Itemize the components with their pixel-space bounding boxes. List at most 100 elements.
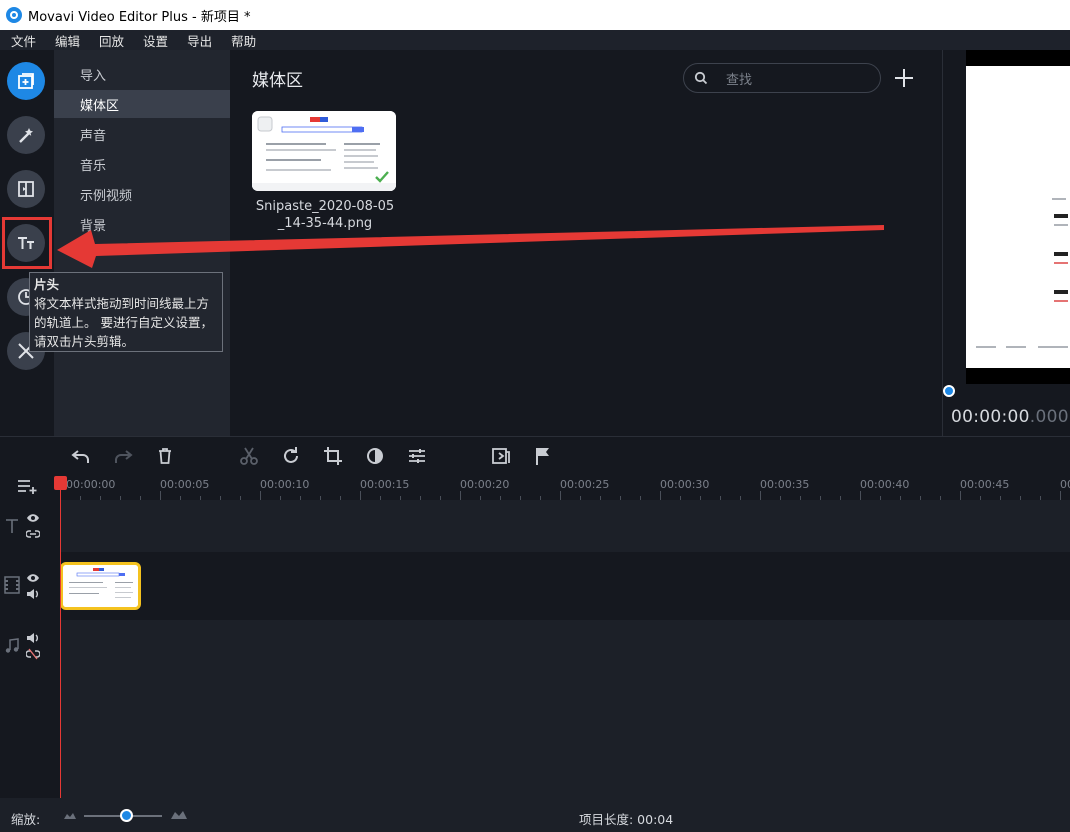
cut-icon[interactable] xyxy=(238,445,260,467)
category-media-bin[interactable]: 媒体区 xyxy=(54,90,230,118)
preview-scrubber[interactable] xyxy=(943,385,955,397)
search-input[interactable]: 查找 xyxy=(683,63,881,93)
export-frame-icon[interactable] xyxy=(490,445,512,467)
category-sample-videos[interactable]: 示例视频 xyxy=(54,180,230,208)
ruler-tick xyxy=(1060,491,1061,500)
ruler-label: 00:00:10 xyxy=(260,478,310,491)
media-item-name: Snipaste_2020-08-05 _14-35-44.png xyxy=(255,199,395,231)
video-track-icon xyxy=(4,576,20,594)
ruler-label: 00:00:05 xyxy=(160,478,210,491)
add-media-icon[interactable] xyxy=(892,66,916,90)
magic-wand-icon xyxy=(19,128,33,143)
preview-frame xyxy=(966,66,1070,368)
ruler-label: 00:00:25 xyxy=(560,478,610,491)
menu-settings[interactable]: 设置 xyxy=(132,31,176,50)
project-length: 项目长度: 00:04 xyxy=(579,812,674,827)
menu-edit[interactable]: 编辑 xyxy=(44,31,88,50)
tooltip-title: 片头 xyxy=(34,277,60,292)
video-track-header xyxy=(0,552,60,620)
zoom-label: 缩放: xyxy=(11,812,41,827)
playhead-line xyxy=(60,480,61,798)
link-icon[interactable] xyxy=(26,528,40,540)
screenshot-preview-image xyxy=(252,111,396,191)
ruler-label: 00:00:45 xyxy=(960,478,1010,491)
category-sounds[interactable]: 声音 xyxy=(54,120,230,148)
preview-screen xyxy=(966,50,1070,384)
import-media-icon xyxy=(18,73,34,89)
ruler-label: 00:00:30 xyxy=(660,478,710,491)
preview-content-image xyxy=(976,198,1068,348)
app-icon xyxy=(6,7,22,23)
rotate-icon[interactable] xyxy=(280,445,302,467)
zoom-out-icon[interactable] xyxy=(64,811,76,819)
speaker-icon[interactable] xyxy=(26,588,40,600)
zoom-in-icon[interactable] xyxy=(171,810,187,819)
titles-track-header xyxy=(0,500,60,552)
preview-timecode: 00:00:00.000 xyxy=(951,407,1069,427)
redo-icon[interactable] xyxy=(112,445,134,467)
playhead-handle[interactable] xyxy=(54,476,67,490)
add-track-area xyxy=(0,474,60,500)
unlink-icon[interactable] xyxy=(26,648,40,660)
ruler-tick xyxy=(660,491,661,500)
media-area: 媒体区 查找 Snipaste_2020-08-05 _14-35-44.png xyxy=(230,50,942,436)
undo-icon[interactable] xyxy=(70,445,92,467)
ruler-label: 00:00:00 xyxy=(66,478,116,491)
import-tool-button[interactable] xyxy=(7,62,45,100)
titles-tooltip: 片头 将文本样式拖动到时间线最上方 的轨道上。 要进行自定义设置， 请双击片头剪… xyxy=(29,272,223,352)
edit-toolbar xyxy=(0,436,1070,474)
category-import[interactable]: 导入 xyxy=(54,60,230,88)
timeline-image-clip[interactable] xyxy=(60,562,141,610)
ruler-label: 00:00:20 xyxy=(460,478,510,491)
ruler-tick xyxy=(760,491,761,500)
ruler-label: 00:00:15 xyxy=(360,478,410,491)
tooltip-body-line3: 请双击片头剪辑。 xyxy=(34,334,135,349)
menu-file[interactable]: 文件 xyxy=(0,31,44,50)
timeline-ruler[interactable]: 00:00:00 00:00:05 00:00:10 00:00:15 00:0… xyxy=(60,474,1070,500)
category-music[interactable]: 音乐 xyxy=(54,150,230,178)
ruler-tick xyxy=(160,491,161,500)
ruler-tick xyxy=(560,491,561,500)
search-icon xyxy=(694,71,708,85)
video-track[interactable] xyxy=(60,552,1070,620)
window-title: Movavi Video Editor Plus - 新项目 * xyxy=(28,9,251,25)
color-adjust-icon[interactable] xyxy=(364,445,386,467)
titles-track[interactable] xyxy=(60,500,1070,552)
marker-flag-icon[interactable] xyxy=(532,445,554,467)
transition-icon xyxy=(18,181,34,197)
music-note-icon xyxy=(5,638,19,653)
audio-track-header xyxy=(0,620,60,798)
filters-tool-button[interactable] xyxy=(7,116,45,154)
audio-track[interactable] xyxy=(60,620,1070,798)
delete-icon[interactable] xyxy=(154,445,176,467)
menu-bar: 文件 编辑 回放 设置 导出 帮助 xyxy=(0,30,1070,50)
ruler-tick xyxy=(860,491,861,500)
titles-highlight-box xyxy=(2,217,52,269)
ruler-label: 00:00:50 xyxy=(1060,478,1070,491)
menu-export[interactable]: 导出 xyxy=(176,31,220,50)
clip-thumbnail-image xyxy=(63,565,138,607)
clip-properties-icon[interactable] xyxy=(406,445,428,467)
eye-icon[interactable] xyxy=(26,572,40,584)
menu-playback[interactable]: 回放 xyxy=(88,31,132,50)
eye-icon[interactable] xyxy=(26,512,40,524)
ruler-label: 00:00:40 xyxy=(860,478,910,491)
zoom-slider-handle[interactable] xyxy=(120,809,134,822)
status-bar: 缩放: 项目长度: 00:04 xyxy=(0,798,1070,832)
add-track-icon[interactable] xyxy=(16,477,38,495)
speaker-icon[interactable] xyxy=(26,632,40,644)
media-bin-title: 媒体区 xyxy=(252,71,303,91)
tooltip-body-line1: 将文本样式拖动到时间线最上方 xyxy=(34,296,210,311)
title-bar: Movavi Video Editor Plus - 新项目 * xyxy=(0,0,1070,30)
ruler-label: 00:00:35 xyxy=(760,478,810,491)
ruler-tick xyxy=(460,491,461,500)
category-backgrounds[interactable]: 背景 xyxy=(54,210,230,238)
menu-help[interactable]: 帮助 xyxy=(220,31,264,50)
media-thumbnail[interactable] xyxy=(252,111,396,191)
ruler-tick xyxy=(260,491,261,500)
transitions-tool-button[interactable] xyxy=(7,170,45,208)
ruler-tick xyxy=(960,491,961,500)
text-track-icon xyxy=(6,519,18,533)
crop-icon[interactable] xyxy=(322,445,344,467)
tooltip-body-line2: 的轨道上。 要进行自定义设置， xyxy=(34,315,213,330)
